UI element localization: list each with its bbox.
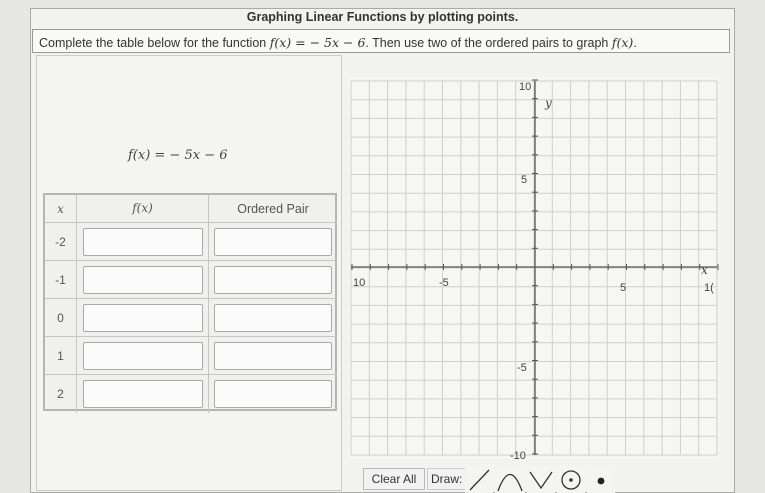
x-tick-label-neg5: -5 xyxy=(439,277,449,289)
fx-input[interactable] xyxy=(83,266,203,294)
ordered-pair-cell xyxy=(209,223,337,261)
coordinate-graph[interactable]: x y 10 -5 5 1( 10 5 -5 -10 xyxy=(349,77,719,459)
x-tick-label-pos5: 5 xyxy=(620,282,626,294)
fx-cell xyxy=(77,223,209,261)
instructions-prefix: Complete the table below for the functio… xyxy=(39,36,267,50)
x-value-cell: -1 xyxy=(45,261,77,299)
line-tool-icon[interactable] xyxy=(465,466,493,493)
grid xyxy=(350,80,718,456)
parabola-tool-icon[interactable] xyxy=(495,466,525,493)
draw-tools xyxy=(465,466,615,493)
draw-label: Draw: xyxy=(427,468,467,490)
x-value-cell: -2 xyxy=(45,223,77,261)
instructions-function: f(x) = − 5x − 6 xyxy=(269,35,366,50)
ordered-pair-input[interactable] xyxy=(214,266,332,294)
ordered-pair-input[interactable] xyxy=(214,228,332,256)
instructions-fx: f(x) xyxy=(611,35,634,50)
instructions-end: . xyxy=(633,36,637,50)
ordered-pair-cell xyxy=(209,299,337,337)
ordered-pair-cell xyxy=(209,337,337,375)
ordered-pair-cell xyxy=(209,261,337,299)
header-fx: f(x) xyxy=(77,195,209,223)
y-tick-label-pos10: 10 xyxy=(519,81,531,93)
absolute-value-tool-icon[interactable] xyxy=(527,466,555,493)
graph-toolbar: Clear All Draw: xyxy=(349,464,629,493)
x-axis-label: x xyxy=(701,263,708,277)
fx-input[interactable] xyxy=(83,380,203,408)
ordered-pair-input[interactable] xyxy=(214,342,332,370)
fx-cell xyxy=(77,337,209,375)
point-tool-icon[interactable] xyxy=(587,466,615,493)
y-tick-label-pos5: 5 xyxy=(521,174,527,186)
y-tick-label-neg10: -10 xyxy=(510,450,526,459)
header-ordered-pair: Ordered Pair xyxy=(209,195,337,223)
ordered-pair-input[interactable] xyxy=(214,380,332,408)
x-value-cell: 1 xyxy=(45,337,77,375)
y-tick-label-neg5: -5 xyxy=(517,362,527,374)
instructions: Complete the table below for the functio… xyxy=(32,29,730,53)
fx-cell xyxy=(77,299,209,337)
x-tick-label-pos10: 1( xyxy=(704,282,714,294)
header-x: x xyxy=(45,195,77,223)
fx-input[interactable] xyxy=(83,304,203,332)
x-tick-label-neg10: 10 xyxy=(353,277,365,289)
clear-all-button[interactable]: Clear All xyxy=(363,468,425,490)
instructions-suffix: . Then use two of the ordered pairs to g… xyxy=(365,36,609,50)
value-table: x f(x) Ordered Pair -2 -1 0 1 2 xyxy=(43,193,337,413)
ordered-pair-input[interactable] xyxy=(214,304,332,332)
circle-tool-icon[interactable] xyxy=(557,466,585,493)
fx-input[interactable] xyxy=(83,342,203,370)
x-value-cell: 2 xyxy=(45,375,77,413)
function-label: f(x) = − 5x − 6 xyxy=(128,148,228,163)
y-axis-label: y xyxy=(544,96,552,110)
fx-cell xyxy=(77,375,209,413)
page-title: Graphing Linear Functions by plotting po… xyxy=(246,10,519,24)
fx-input[interactable] xyxy=(83,228,203,256)
x-value-cell: 0 xyxy=(45,299,77,337)
fx-cell xyxy=(77,261,209,299)
ordered-pair-cell xyxy=(209,375,337,413)
